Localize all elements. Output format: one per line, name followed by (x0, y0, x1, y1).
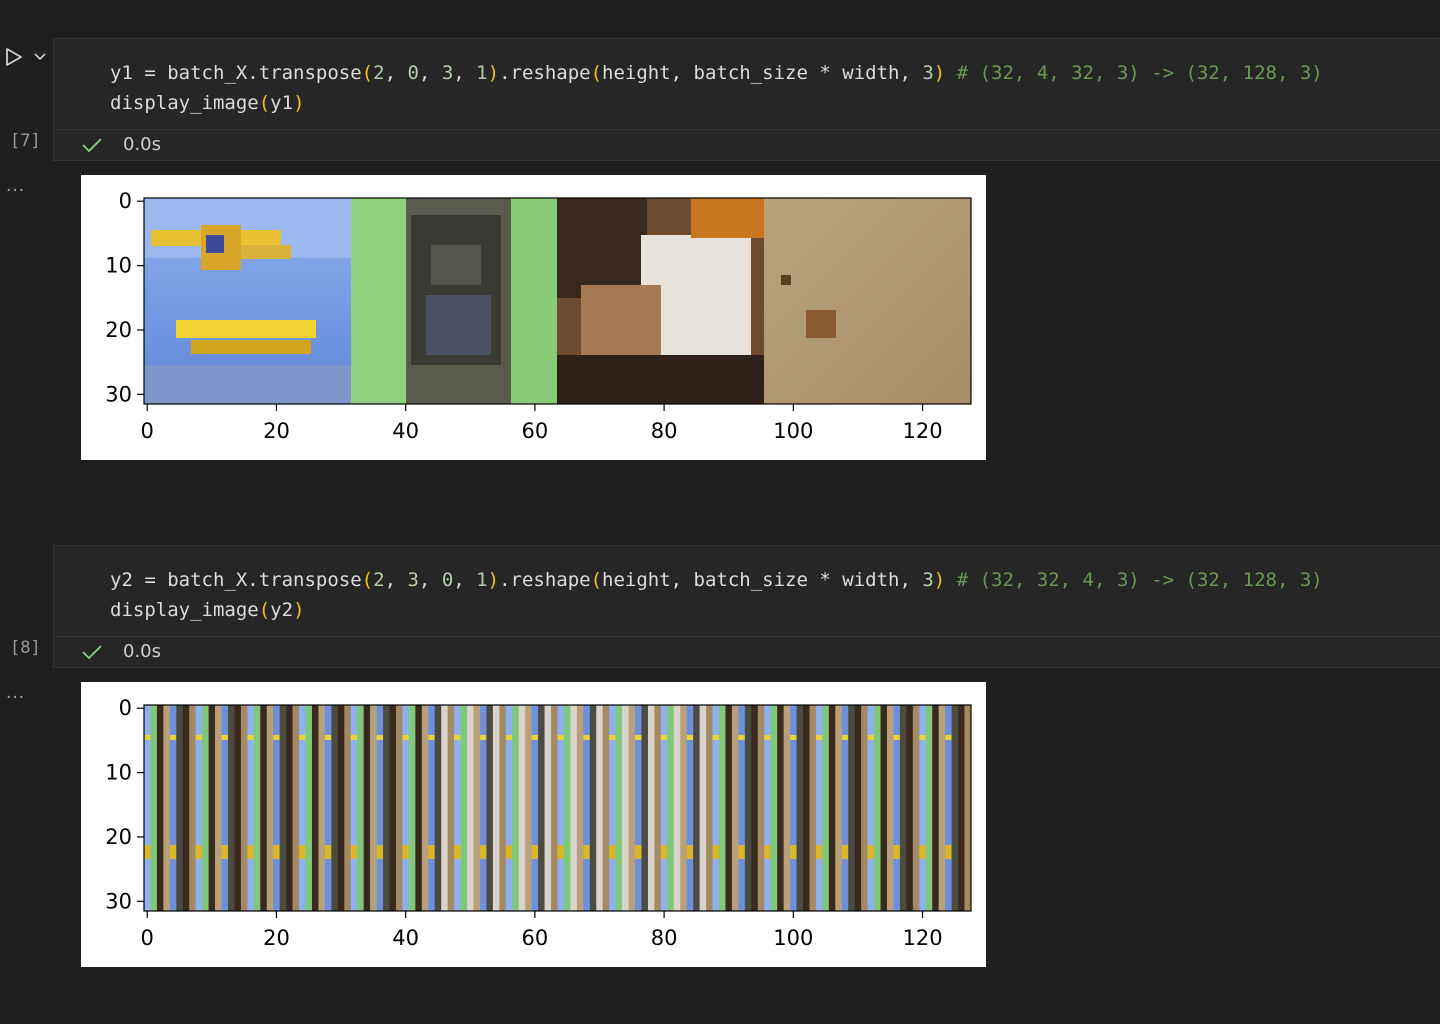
code-number: 1 (476, 62, 488, 84)
code-number: 1 (476, 569, 488, 591)
code-token: display_image (110, 92, 259, 114)
code-token: .reshape (499, 569, 591, 591)
code-line-2[interactable]: display_image(y1) (110, 88, 305, 118)
output-image-1: 0 20 40 60 80 100 120 0 10 20 30 (81, 175, 986, 460)
code-comment: # (32, 32, 4, 3) -> (32, 128, 3) (956, 569, 1323, 591)
x-tick-label: 20 (263, 926, 290, 950)
code-number: 2 (373, 62, 385, 84)
x-tick-label: 20 (263, 419, 290, 443)
x-tick-label: 0 (141, 419, 154, 443)
x-tick-label: 100 (773, 419, 813, 443)
x-tick-label: 60 (522, 926, 549, 950)
x-tick-label: 60 (522, 419, 549, 443)
x-tick-label: 120 (902, 419, 942, 443)
output-image-2: 0 20 40 60 80 100 120 0 10 20 30 (81, 682, 986, 967)
code-line-2[interactable]: display_image(y2) (110, 595, 305, 625)
y-tick-label: 0 (119, 189, 132, 213)
code-number: 0 (407, 62, 419, 84)
code-cell-2[interactable]: y2 = batch_X.transpose(2, 3, 0, 1).resha… (53, 545, 1440, 668)
y-tick-label: 0 (119, 696, 132, 720)
output-more-icon[interactable]: ... (6, 685, 25, 702)
plot-2-axes: 0 20 40 60 80 100 120 0 10 20 30 (105, 696, 943, 950)
code-token: y1 (270, 92, 294, 114)
run-cell-icon[interactable] (5, 47, 23, 67)
code-number: 3 (407, 569, 419, 591)
code-number: 3 (441, 62, 454, 84)
output-more-icon[interactable]: ... (6, 178, 25, 195)
x-tick-label: 100 (773, 926, 813, 950)
code-token: y2 (110, 569, 133, 591)
y-tick-label: 10 (105, 761, 132, 785)
y-tick-label: 30 (105, 889, 132, 913)
code-cell-1[interactable]: y1 = batch_X.transpose(2, 0, 3, 1).resha… (53, 38, 1440, 161)
y-tick-label: 20 (105, 318, 132, 342)
code-token: height, batch_size * width, (602, 569, 923, 591)
code-number: 3 (922, 62, 934, 84)
x-tick-label: 40 (392, 926, 419, 950)
code-token: height, batch_size * width, (602, 62, 923, 84)
y-tick-label: 10 (105, 254, 132, 278)
execution-time: 0.0s (123, 641, 162, 662)
code-token: = batch_X.transpose (132, 569, 362, 591)
code-token: y1 (110, 62, 133, 84)
check-icon (81, 643, 103, 665)
code-number: 0 (441, 569, 454, 591)
x-ticks-1: 0 20 40 60 80 100 120 (141, 404, 943, 443)
x-tick-label: 80 (651, 419, 678, 443)
cell-status-bar: 0.0s (54, 129, 1440, 160)
chevron-down-icon[interactable] (33, 52, 47, 62)
x-tick-label: 40 (392, 419, 419, 443)
execution-count: [8] (10, 638, 41, 658)
x-ticks-2: 0 20 40 60 80 100 120 (141, 911, 943, 950)
code-number: 3 (922, 569, 934, 591)
code-token: y2 (270, 599, 294, 621)
notebook-page: y1 = batch_X.transpose(2, 0, 3, 1).resha… (0, 0, 1440, 1024)
y-ticks-2: 0 10 20 30 (105, 696, 144, 913)
code-token: = batch_X.transpose (132, 62, 362, 84)
execution-count: [7] (10, 131, 41, 151)
cell-run-controls (0, 44, 50, 70)
x-tick-label: 120 (902, 926, 942, 950)
code-token: .reshape (499, 62, 591, 84)
y-tick-label: 20 (105, 825, 132, 849)
code-token: display_image (110, 599, 259, 621)
x-tick-label: 0 (141, 926, 154, 950)
code-line-1[interactable]: y2 = batch_X.transpose(2, 3, 0, 1).resha… (110, 565, 1323, 595)
code-number: 2 (373, 569, 385, 591)
x-tick-label: 80 (651, 926, 678, 950)
check-icon (81, 136, 103, 158)
y-ticks-1: 0 10 20 30 (105, 189, 144, 406)
code-comment: # (32, 4, 32, 3) -> (32, 128, 3) (956, 62, 1323, 84)
cell-status-bar: 0.0s (54, 636, 1440, 667)
y-tick-label: 30 (105, 382, 132, 406)
execution-time: 0.0s (123, 134, 162, 155)
plot-1-axes: 0 20 40 60 80 100 120 0 10 20 30 (105, 189, 943, 443)
code-line-1[interactable]: y1 = batch_X.transpose(2, 0, 3, 1).resha… (110, 58, 1323, 88)
